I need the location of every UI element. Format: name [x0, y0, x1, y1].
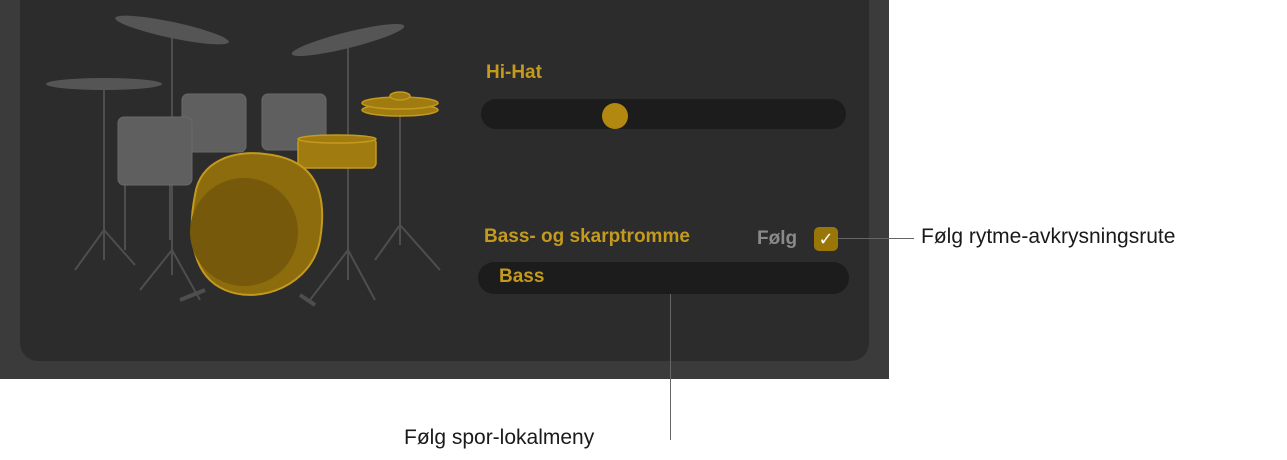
hihat-slider[interactable]	[481, 99, 846, 129]
hihat-label: Hi-Hat	[486, 62, 542, 83]
callout-follow-checkbox: Følg rytme-avkrysningsrute	[921, 225, 1176, 248]
hihat-cymbal	[361, 91, 439, 117]
callout-line-checkbox	[838, 238, 914, 239]
hihat-slider-knob[interactable]	[601, 103, 628, 129]
drum-kit-illustration	[46, 15, 441, 307]
follow-track-popup-value: Bass	[499, 266, 545, 287]
drummer-editor-frame: Hi-Hat Bass- og skarptromme Følg ✓ Bass	[0, 0, 889, 379]
callout-line-popup	[670, 294, 671, 440]
snare-drum	[297, 134, 377, 169]
follow-track-popup[interactable]: Bass	[478, 262, 849, 294]
follow-label: Følg	[757, 228, 798, 249]
bass-drum	[190, 152, 324, 296]
checkmark-icon: ✓	[818, 229, 834, 249]
follow-checkbox[interactable]: ✓	[814, 227, 838, 251]
callout-follow-track-popup: Følg spor-lokalmeny	[404, 426, 595, 449]
bass-snare-label: Bass- og skarptromme	[484, 226, 690, 247]
cymbal-group	[46, 15, 405, 90]
